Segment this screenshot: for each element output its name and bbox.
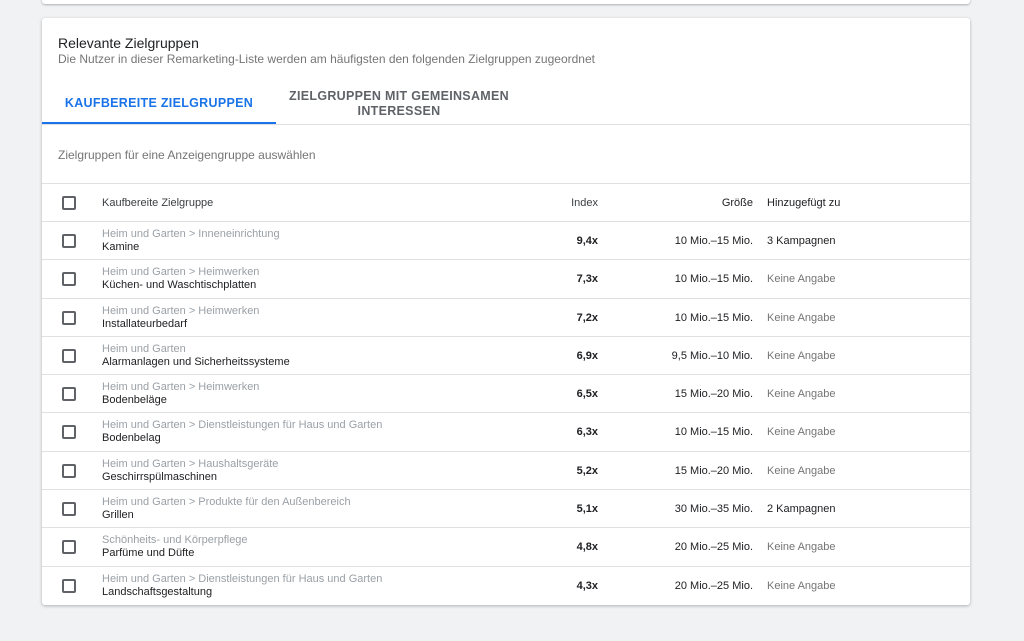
added-to-value: Keine Angabe	[767, 311, 836, 324]
column-header-size[interactable]: Größe	[622, 197, 753, 209]
audience-table: Kaufbereite Zielgruppe Index Größe Hinzu…	[42, 183, 970, 605]
size-value: 20 Mio.–25 Mio.	[674, 579, 753, 592]
index-value: 6,9x	[576, 349, 598, 362]
audience-name: Alarmanlagen und Sicherheitssysteme	[102, 355, 290, 368]
audience-name: Parfüme und Düfte	[102, 547, 195, 560]
audience-name: Bodenbeläge	[102, 394, 167, 407]
size-value: 10 Mio.–15 Mio.	[674, 311, 753, 324]
audience-cell: Heim und Garten > Haushaltsgeräte Geschi…	[102, 458, 278, 484]
row-checkbox[interactable]	[62, 502, 76, 517]
row-checkbox[interactable]	[62, 540, 76, 555]
added-to-value: Keine Angabe	[767, 349, 836, 362]
table-row[interactable]: Schönheits- und Körperpflege Parfüme und…	[42, 528, 970, 567]
size-value: 10 Mio.–15 Mio.	[674, 235, 753, 247]
added-to-value: Keine Angabe	[767, 464, 836, 477]
index-value: 6,3x	[576, 426, 598, 439]
table-row[interactable]: Heim und Garten > Produkte für den Außen…	[42, 490, 970, 529]
column-header-added[interactable]: Hinzugefügt zu	[767, 197, 840, 209]
audience-name: Installateurbedarf	[102, 317, 187, 330]
audience-category: Heim und Garten > Inneneinrichtung	[102, 228, 280, 240]
audience-name: Geschirrspülmaschinen	[102, 470, 217, 483]
index-value: 5,1x	[576, 503, 598, 516]
added-to-value: 3 Kampagnen	[767, 235, 836, 247]
index-value: 5,2x	[576, 464, 598, 477]
size-value: 9,5 Mio.–10 Mio.	[671, 349, 753, 362]
index-value: 7,2x	[576, 311, 598, 324]
index-value: 4,3x	[576, 579, 598, 592]
audience-name: Grillen	[102, 509, 134, 522]
audience-cell: Heim und Garten Alarmanlagen und Sicherh…	[102, 343, 290, 369]
audience-category: Schönheits- und Körperpflege	[102, 534, 248, 547]
audience-cell: Heim und Garten > Produkte für den Außen…	[102, 496, 351, 522]
row-checkbox[interactable]	[62, 425, 76, 440]
index-value: 9,4x	[576, 235, 598, 247]
table-row[interactable]: Heim und Garten > Haushaltsgeräte Geschi…	[42, 452, 970, 491]
index-value: 7,3x	[576, 273, 598, 286]
added-to-value: 2 Kampagnen	[767, 503, 836, 516]
row-checkbox[interactable]	[62, 272, 76, 287]
audience-category: Heim und Garten > Produkte für den Außen…	[102, 496, 351, 509]
row-checkbox[interactable]	[62, 348, 76, 363]
table-body: Heim und Garten > Inneneinrichtung Kamin…	[42, 222, 970, 605]
audience-name: Bodenbelag	[102, 432, 161, 445]
size-value: 10 Mio.–15 Mio.	[674, 273, 753, 286]
size-value: 10 Mio.–15 Mio.	[674, 426, 753, 439]
audience-cell: Heim und Garten > Heimwerken Bodenbeläge	[102, 381, 259, 407]
table-header-row: Kaufbereite Zielgruppe Index Größe Hinzu…	[42, 184, 970, 222]
row-checkbox[interactable]	[62, 387, 76, 402]
added-to-value: Keine Angabe	[767, 388, 836, 401]
added-to-value: Keine Angabe	[767, 273, 836, 286]
table-row[interactable]: Heim und Garten Alarmanlagen und Sicherh…	[42, 337, 970, 376]
select-all-checkbox[interactable]	[62, 196, 76, 210]
select-ad-group-hint: Zielgruppen für eine Anzeigengruppe ausw…	[58, 148, 316, 162]
size-value: 20 Mio.–25 Mio.	[674, 541, 753, 554]
size-value: 15 Mio.–20 Mio.	[674, 464, 753, 477]
index-value: 6,5x	[576, 388, 598, 401]
audience-cell: Heim und Garten > Heimwerken Installateu…	[102, 305, 259, 331]
card-title: Relevante Zielgruppen	[58, 35, 199, 51]
table-row[interactable]: Heim und Garten > Dienstleistungen für H…	[42, 567, 970, 605]
audience-category: Heim und Garten	[102, 342, 186, 355]
row-checkbox[interactable]	[62, 310, 76, 325]
audience-category: Heim und Garten > Dienstleistungen für H…	[102, 572, 383, 585]
audience-name: Kamine	[102, 241, 140, 253]
audience-cell: Heim und Garten > Dienstleistungen für H…	[102, 419, 382, 445]
audience-name: Küchen- und Waschtischplatten	[102, 279, 257, 292]
table-row[interactable]: Heim und Garten > Heimwerken Installateu…	[42, 299, 970, 337]
card-subtitle: Die Nutzer in dieser Remarketing-Liste w…	[58, 52, 595, 66]
table-row[interactable]: Heim und Garten > Heimwerken Bodenbeläge…	[42, 375, 970, 414]
added-to-value: Keine Angabe	[767, 541, 836, 554]
size-value: 30 Mio.–35 Mio.	[674, 503, 753, 516]
table-row[interactable]: Heim und Garten > Dienstleistungen für H…	[42, 413, 970, 452]
added-to-value: Keine Angabe	[767, 579, 836, 592]
audience-cell: Heim und Garten > Heimwerken Küchen- und…	[102, 266, 259, 292]
audience-category: Heim und Garten > Haushaltsgeräte	[102, 457, 279, 470]
size-value: 15 Mio.–20 Mio.	[674, 388, 753, 401]
relevant-audiences-card: Relevante Zielgruppen Die Nutzer in dies…	[42, 18, 970, 605]
active-tab-indicator	[42, 122, 276, 124]
tab-affinity-audiences[interactable]: ZIELGRUPPEN MIT GEMEINSAMEN INTERESSEN	[281, 82, 517, 125]
column-header-index[interactable]: Index	[512, 197, 598, 209]
audience-category: Heim und Garten > Heimwerken	[102, 381, 260, 394]
audience-cell: Schönheits- und Körperpflege Parfüme und…	[102, 534, 248, 560]
audience-category: Heim und Garten > Heimwerken	[102, 304, 260, 317]
row-checkbox[interactable]	[62, 578, 76, 593]
row-checkbox[interactable]	[62, 234, 76, 248]
table-row[interactable]: Heim und Garten > Heimwerken Küchen- und…	[42, 260, 970, 299]
audience-name: Landschaftsgestaltung	[102, 585, 213, 598]
audience-category: Heim und Garten > Dienstleistungen für H…	[102, 419, 383, 432]
audience-cell: Heim und Garten > Inneneinrichtung Kamin…	[102, 228, 280, 254]
audience-cell: Heim und Garten > Dienstleistungen für H…	[102, 573, 382, 599]
audience-category: Heim und Garten > Heimwerken	[102, 266, 260, 279]
index-value: 4,8x	[576, 541, 598, 554]
row-checkbox[interactable]	[62, 463, 76, 478]
previous-card	[42, 0, 970, 4]
table-row[interactable]: Heim und Garten > Inneneinrichtung Kamin…	[42, 222, 970, 261]
audience-tabs: KAUFBEREITE ZIELGRUPPEN ZIELGRUPPEN MIT …	[42, 82, 970, 125]
column-header-audience[interactable]: Kaufbereite Zielgruppe	[102, 197, 213, 209]
added-to-value: Keine Angabe	[767, 426, 836, 439]
tab-in-market-audiences[interactable]: KAUFBEREITE ZIELGRUPPEN	[42, 82, 276, 125]
